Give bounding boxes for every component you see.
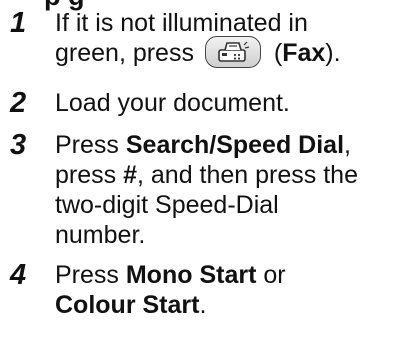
fax-icon <box>218 41 250 63</box>
mono-start-key: Mono Start <box>125 261 257 289</box>
step-number: 3 <box>10 129 27 161</box>
step-1-line-1: If it is not illuminated in <box>55 9 308 37</box>
step-text: Press Search/Speed Dial, press #, and th… <box>55 130 407 250</box>
step-number: 4 <box>10 259 27 291</box>
hash-key: # <box>123 161 137 189</box>
step-4-or: or <box>256 261 286 289</box>
step-1-green-press: green, press <box>55 39 194 67</box>
step-number: 2 <box>10 87 27 119</box>
step-3-line-4: number. <box>55 221 146 249</box>
step-3-press-2: press <box>55 161 124 189</box>
step-1-line-2: green, press (Fax). <box>55 36 407 70</box>
step-3-then: , and then press the <box>137 161 358 189</box>
paren-open: ( <box>273 39 283 67</box>
step-3-comma: , <box>344 131 351 159</box>
step-number: 1 <box>10 7 27 39</box>
fax-button[interactable] <box>204 36 261 69</box>
step-4-line-2: Colour Start. <box>55 290 407 320</box>
fax-label: Fax <box>282 39 326 67</box>
step-text: Press Mono Start or Colour Start. <box>55 260 407 320</box>
step-4-period: . <box>199 291 207 319</box>
step-3-press: Press <box>55 131 126 159</box>
step-3-line-2: press #, and then press the <box>55 160 407 190</box>
step-text: If it is not illuminated in green, press <box>55 8 407 70</box>
paren-close: ). <box>325 39 341 67</box>
step-3-line-3: two-digit Speed-Dial <box>55 191 279 219</box>
step-3-line-1: Press Search/Speed Dial, <box>55 130 407 160</box>
step-4-line-1: Press Mono Start or <box>55 260 407 290</box>
search-speed-dial-key: Search/Speed Dial <box>125 131 345 159</box>
colour-start-key: Colour Start <box>55 291 200 319</box>
step-4-press: Press <box>55 261 126 289</box>
step-text: Load your document. <box>55 89 290 117</box>
